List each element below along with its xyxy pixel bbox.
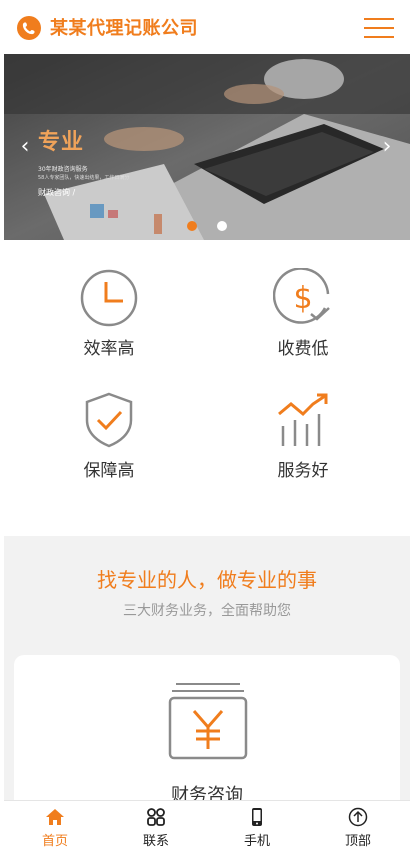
chevron-right-icon[interactable]: › <box>372 132 402 162</box>
mobile-icon <box>252 808 262 826</box>
section-title: 找专业的人，做专业的事 <box>97 568 317 592</box>
feature-label: 收费低 <box>277 339 329 359</box>
section-subtitle: 三大财务业务，全面帮助您 <box>123 603 291 619</box>
shield-check-icon <box>85 392 133 448</box>
svg-text:$: $ <box>293 281 312 316</box>
site-title[interactable]: 某某代理记账公司 <box>50 14 198 40</box>
carousel-dot-2[interactable] <box>217 221 227 231</box>
carousel-dot-1[interactable] <box>187 221 197 231</box>
feature-label: 效率高 <box>83 339 135 359</box>
dollar-check-icon: $ <box>273 268 330 324</box>
growth-chart-icon <box>278 393 328 446</box>
header: 某某代理记账公司 <box>4 0 410 54</box>
bottom-nav: 首页 联系 手机 顶部 <box>4 800 410 858</box>
nav-home[interactable]: 首页 <box>5 807 105 849</box>
feature-service[interactable]: 服务好 <box>248 390 358 481</box>
chevron-left-icon[interactable]: ‹ <box>10 132 40 162</box>
nav-contact[interactable]: 联系 <box>106 807 206 849</box>
banner-line-3: 财政咨询 / <box>38 188 76 197</box>
nav-label: 联系 <box>142 834 169 849</box>
nav-top[interactable]: 顶部 <box>308 807 408 849</box>
clock-icon <box>80 269 138 327</box>
page: 某某代理记账公司 专业 30年财政咨询服务 58人专家团队，快速出结果，工作日满… <box>4 0 410 858</box>
feature-low-cost[interactable]: $ 收费低 <box>248 268 358 359</box>
banner-carousel[interactable]: 专业 30年财政咨询服务 58人专家团队，快速出结果，工作日满分 财政咨询 / … <box>4 54 410 240</box>
nav-mobile[interactable]: 手机 <box>207 807 307 849</box>
phone-leaf-logo-icon[interactable] <box>16 15 42 41</box>
nav-label: 顶部 <box>344 834 371 849</box>
banner-line-1: 30年财政咨询服务 <box>38 166 88 173</box>
hamburger-menu-icon[interactable] <box>364 16 394 40</box>
feature-efficiency[interactable]: 效率高 <box>54 268 164 359</box>
banner-title: 专业 <box>38 130 85 155</box>
grid-icon <box>147 808 165 826</box>
feature-security[interactable]: 保障高 <box>54 390 164 481</box>
nav-label: 手机 <box>243 834 270 849</box>
arrow-up-circle-icon <box>348 807 368 827</box>
nav-label: 首页 <box>41 834 68 849</box>
home-icon <box>46 809 64 825</box>
yen-document-icon <box>168 683 248 760</box>
features-grid: 效率高 $ 收费低 保障高 服务好 <box>4 240 410 536</box>
banner-line-2: 58人专家团队，快速出结果，工作日满分 <box>38 175 130 181</box>
banner-caption: 专业 30年财政咨询服务 58人专家团队，快速出结果，工作日满分 财政咨询 / <box>38 124 129 198</box>
feature-label: 服务好 <box>277 461 329 481</box>
feature-label: 保障高 <box>83 461 135 481</box>
